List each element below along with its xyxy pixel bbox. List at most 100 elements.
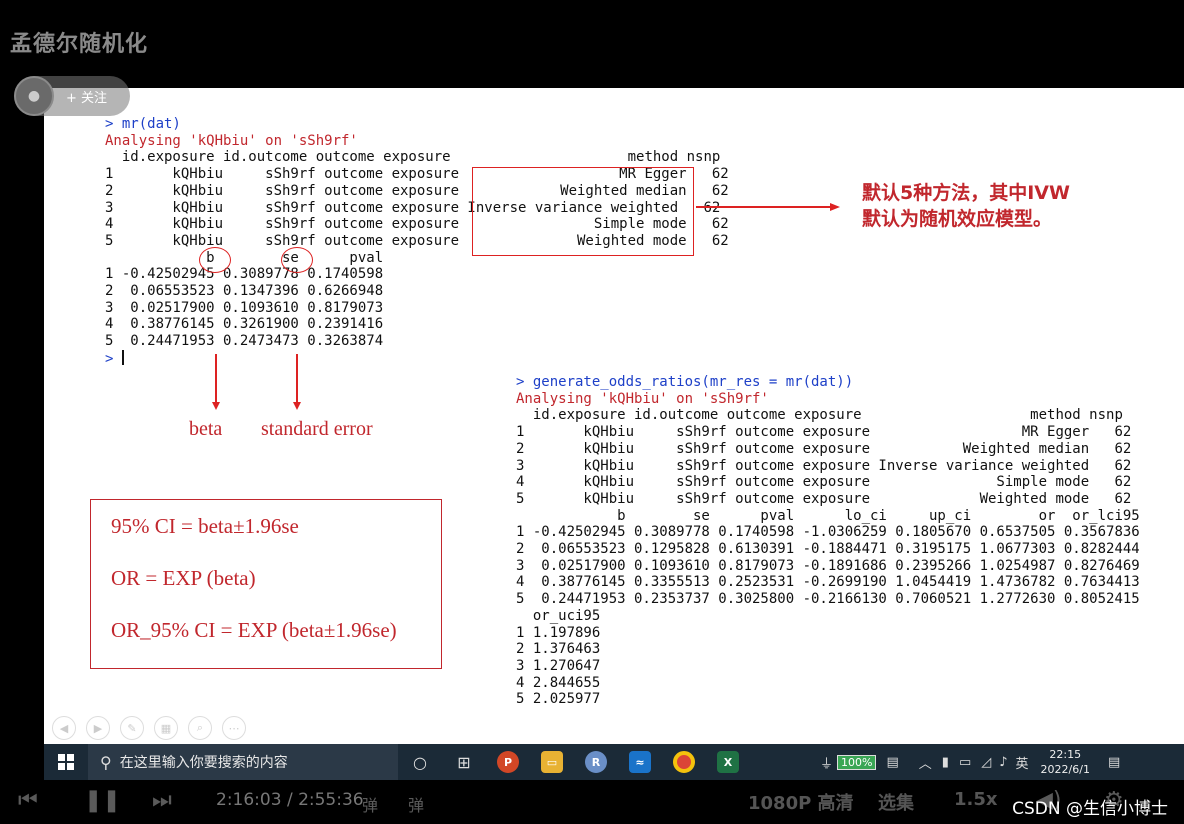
- clock-time: 22:15: [1049, 748, 1082, 761]
- taskbar-search[interactable]: ⚲ 在这里输入你要搜索的内容: [88, 744, 398, 780]
- methods-note-line2: 默认为随机效应模型。: [862, 208, 1053, 230]
- video-player-controls: ⏮ ❚❚ ⏭ 2:16:03 / 2:55:36 弹 弹 1080P 高清 选集…: [0, 780, 1184, 824]
- console-line: 3 0.02517900 0.1093610 0.8179073: [105, 299, 384, 316]
- circle-b-column: [199, 247, 231, 273]
- console-line: 3 1.270647: [516, 657, 601, 674]
- danmaku-icon[interactable]: 弹: [362, 792, 378, 816]
- clock-date: 2022/6/1: [1040, 763, 1090, 776]
- folder-icon: ▭: [541, 751, 563, 773]
- start-button[interactable]: [44, 744, 88, 780]
- formula-or: OR = EXP (beta): [111, 566, 256, 590]
- console-line: 3 kQHbiu sSh9rf outcome exposure Inverse…: [516, 457, 1132, 474]
- console-line: id.exposure id.outcome outcome exposure …: [516, 407, 1123, 424]
- more-icon[interactable]: ⋯: [222, 716, 246, 740]
- battery-icon[interactable]: ▭: [959, 755, 971, 770]
- console-line: 2 0.06553523 0.1295828 0.6130391 -0.1884…: [516, 541, 1140, 558]
- slide-controls: ◀ ▶ ✎ ▦ ⌕ ⋯: [52, 716, 246, 740]
- text-cursor: [121, 349, 124, 365]
- chevron-up-icon[interactable]: ︿: [919, 753, 932, 772]
- volume-icon[interactable]: ♪: [999, 755, 1007, 770]
- r-app[interactable]: R: [574, 744, 618, 780]
- chrome-icon: [673, 751, 695, 773]
- next-slide-icon[interactable]: ▶: [86, 716, 110, 740]
- console-line: 4 0.38776145 0.3261900 0.2391416: [105, 316, 384, 333]
- danmaku-settings-icon[interactable]: 弹: [408, 792, 424, 816]
- watermark: CSDN @生信小博士: [1012, 799, 1168, 819]
- method-arrow-head: [830, 203, 840, 211]
- cortana-icon[interactable]: ○: [398, 744, 442, 780]
- follow-button[interactable]: + 关注: [66, 87, 107, 106]
- playback-time: 2:16:03 / 2:55:36: [216, 790, 364, 810]
- se-arrow-head: [293, 402, 301, 410]
- formula-ci: 95% CI = beta±1.96se: [111, 514, 299, 538]
- battery-indicator[interactable]: 100%: [837, 754, 877, 770]
- pause-icon[interactable]: ❚❚: [84, 788, 121, 813]
- power-plug-icon: ⏚: [820, 756, 834, 772]
- uploader-follow[interactable]: ● + 关注: [14, 76, 130, 116]
- console-line: 2 kQHbiu sSh9rf outcome exposure Weighte…: [516, 440, 1132, 457]
- powerpoint-icon: P: [497, 751, 519, 773]
- console-line: 5 2.025977: [516, 691, 601, 708]
- excel-app[interactable]: X: [706, 744, 750, 780]
- zoom-icon[interactable]: ⌕: [188, 716, 212, 740]
- excel-icon: X: [717, 751, 739, 773]
- console-line: > mr(dat): [105, 116, 181, 132]
- methods-note-line1: 默认5种方法，其中IVW: [862, 182, 1070, 204]
- quality-button[interactable]: 1080P 高清: [748, 789, 854, 815]
- beta-arrow-head: [212, 402, 220, 410]
- console-line: > generate_odds_ratios(mr_res = mr(dat)): [516, 374, 854, 390]
- standard-error-label: standard error: [261, 418, 373, 440]
- formula-box: 95% CI = beta±1.96se OR = EXP (beta) OR_…: [90, 499, 442, 669]
- system-tray: ⏚ 100% ▤ ︿ ▮ ▭ ◿ ♪ 英 22:15 2022/6/1 ▤: [820, 744, 1120, 780]
- slide-canvas: > mr(dat) Analysing 'kQHbiu' on 'sSh9rf' …: [44, 88, 1184, 744]
- avatar: ●: [14, 76, 54, 116]
- console-line: b se pval lo_ci up_ci or or_lci95: [516, 507, 1140, 524]
- photos-app[interactable]: ≈: [618, 744, 662, 780]
- console-line: 4 0.38776145 0.3355513 0.2523531 -0.2699…: [516, 574, 1140, 591]
- console-line: id.exposure id.outcome outcome exposure …: [105, 149, 721, 166]
- clock[interactable]: 22:15 2022/6/1: [1041, 747, 1090, 777]
- speed-button[interactable]: 1.5x: [954, 789, 998, 810]
- methods-note: 默认5种方法，其中IVW 默认为随机效应模型。: [862, 180, 1070, 232]
- console-line: 5 kQHbiu sSh9rf outcome exposure Weighte…: [516, 490, 1132, 507]
- beta-arrow-line: [215, 354, 217, 404]
- slides-icon[interactable]: ▦: [154, 716, 178, 740]
- previous-icon[interactable]: ⏮: [18, 788, 38, 813]
- console-line: 4 kQHbiu sSh9rf outcome exposure Simple …: [516, 474, 1132, 491]
- console-prompt[interactable]: >: [105, 349, 729, 368]
- console-line: 5 0.24471953 0.2473473 0.3263874: [105, 333, 384, 350]
- chrome-app[interactable]: [662, 744, 706, 780]
- notification-icon[interactable]: ▤: [1108, 755, 1120, 770]
- console-line: Analysing 'kQHbiu' on 'sSh9rf': [516, 390, 769, 407]
- console-line: 1 kQHbiu sSh9rf outcome exposure MR Egge…: [516, 424, 1132, 441]
- r-console-odds-ratio-output: > generate_odds_ratios(mr_res = mr(dat))…: [516, 374, 1140, 708]
- task-view-icon[interactable]: ⊞: [442, 744, 486, 780]
- method-arrow-line: [696, 206, 830, 208]
- prompt-symbol: >: [105, 350, 122, 367]
- file-explorer-app[interactable]: ▭: [530, 744, 574, 780]
- windows-taskbar: ⚲ 在这里输入你要搜索的内容 ○ ⊞ P ▭ R ≈ X ⏚ 100% ▤ ︿ …: [44, 744, 1184, 780]
- prev-slide-icon[interactable]: ◀: [52, 716, 76, 740]
- formula-or-ci: OR_95% CI = EXP (beta±1.96se): [111, 618, 397, 642]
- circle-se-column: [281, 247, 313, 273]
- windows-logo-icon: [58, 754, 74, 770]
- se-arrow-line: [296, 354, 298, 404]
- r-icon: R: [585, 751, 607, 773]
- console-line: 1 -0.42502945 0.3089778 0.1740598: [105, 266, 384, 283]
- photos-icon: ≈: [629, 751, 651, 773]
- keyboard-icon[interactable]: ▤: [886, 755, 898, 770]
- microphone-icon: ▮: [941, 754, 949, 770]
- pen-icon[interactable]: ✎: [120, 716, 144, 740]
- next-icon[interactable]: ⏭: [152, 788, 172, 813]
- episodes-button[interactable]: 选集: [878, 789, 914, 815]
- powerpoint-app[interactable]: P: [486, 744, 530, 780]
- console-line: Analysing 'kQHbiu' on 'sSh9rf': [105, 132, 358, 149]
- console-line: 2 0.06553523 0.1347396 0.6266948: [105, 283, 384, 300]
- console-line: 1 -0.42502945 0.3089778 0.1740598 -1.030…: [516, 524, 1140, 541]
- console-line: or_uci95: [516, 607, 601, 624]
- ime-indicator[interactable]: 英: [1016, 753, 1029, 772]
- console-line: 5 0.24471953 0.2353737 0.3025800 -0.2166…: [516, 591, 1140, 608]
- video-title: 孟德尔随机化: [10, 32, 149, 57]
- network-icon[interactable]: ◿: [981, 755, 991, 770]
- console-line: 1 1.197896: [516, 624, 601, 641]
